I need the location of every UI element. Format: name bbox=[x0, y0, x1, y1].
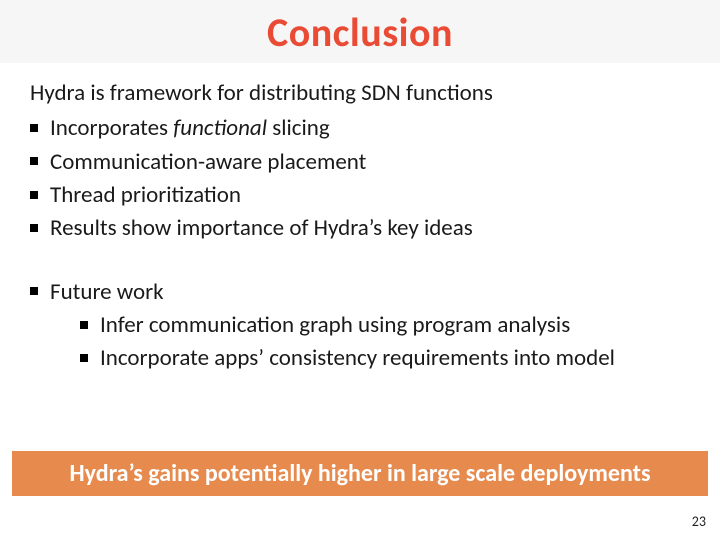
sub-item: Incorporate apps’ consistency requiremen… bbox=[80, 342, 692, 375]
sub-list: Infer communication graph using program … bbox=[50, 309, 692, 376]
page-number: 23 bbox=[692, 513, 706, 530]
bullet-list: Incorporates functional slicing Communic… bbox=[30, 112, 692, 245]
spacer bbox=[30, 246, 692, 276]
title-band: Conclusion bbox=[0, 0, 720, 63]
slide: Conclusion Hydra is framework for distri… bbox=[0, 0, 720, 540]
bullet-text: Results show importance of Hydra’s key i… bbox=[50, 214, 473, 242]
bullet-text: Thread prioritization bbox=[50, 181, 241, 209]
sub-text: Incorporate apps’ consistency requiremen… bbox=[100, 344, 615, 372]
callout-text: Hydra’s gains potentially higher in larg… bbox=[69, 459, 650, 488]
bullet-text: Incorporates bbox=[50, 114, 173, 142]
bullet-item: Results show importance of Hydra’s key i… bbox=[30, 212, 692, 245]
future-list: Future work Infer communication graph us… bbox=[30, 276, 692, 376]
bullet-item: Communication-aware placement bbox=[30, 146, 692, 179]
bullet-text: Communication-aware placement bbox=[50, 148, 366, 176]
intro-text: Hydra is framework for distributing SDN … bbox=[30, 77, 692, 110]
bullet-text: slicing bbox=[267, 114, 330, 142]
bullet-text: Future work bbox=[50, 278, 164, 306]
callout-banner: Hydra’s gains potentially higher in larg… bbox=[12, 451, 708, 496]
bullet-item: Thread prioritization bbox=[30, 179, 692, 212]
bullet-item: Incorporates functional slicing bbox=[30, 112, 692, 145]
sub-text: Infer communication graph using program … bbox=[100, 311, 570, 339]
bullet-text-italic: functional bbox=[173, 114, 267, 142]
content-area: Hydra is framework for distributing SDN … bbox=[0, 63, 720, 376]
bullet-item: Future work Infer communication graph us… bbox=[30, 276, 692, 376]
slide-title: Conclusion bbox=[0, 8, 720, 57]
sub-item: Infer communication graph using program … bbox=[80, 309, 692, 342]
